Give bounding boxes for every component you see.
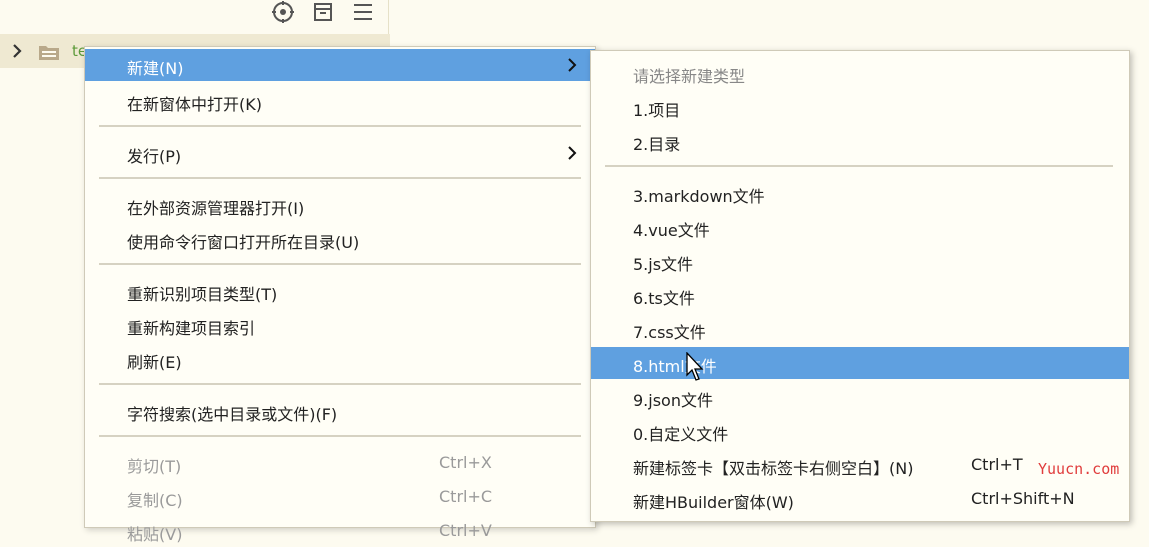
menu-item-label: 新建(N) bbox=[127, 59, 184, 78]
submenu-item-vue[interactable]: 4.vue文件 bbox=[591, 211, 1129, 243]
menu-item-open-explorer[interactable]: 在外部资源管理器打开(I) bbox=[85, 189, 595, 221]
menu-item-shortcut: Ctrl+Shift+N bbox=[971, 489, 1075, 508]
menu-item-label: 7.css文件 bbox=[633, 323, 706, 342]
submenu-item-project[interactable]: 1.项目 bbox=[591, 91, 1129, 123]
menu-item-open-new-window[interactable]: 在新窗体中打开(K) bbox=[85, 85, 595, 117]
new-submenu: 请选择新建类型 1.项目 2.目录 3.markdown文件 4.vue文件 5… bbox=[590, 50, 1130, 522]
submenu-header: 请选择新建类型 bbox=[591, 57, 1129, 89]
menu-separator bbox=[605, 165, 1113, 167]
locate-icon[interactable] bbox=[270, 0, 296, 24]
chevron-right-icon bbox=[568, 58, 577, 72]
menu-item-label: 字符搜索(选中目录或文件)(F) bbox=[127, 405, 338, 424]
chevron-right-icon[interactable] bbox=[8, 42, 26, 60]
menu-item-new[interactable]: 新建(N) bbox=[85, 49, 595, 81]
context-menu: 新建(N) 在新窗体中打开(K) 发行(P) 在外部资源管理器打开(I) 使用命… bbox=[84, 46, 596, 544]
menu-item-label: 使用命令行窗口打开所在目录(U) bbox=[127, 233, 360, 252]
menu-item-label: 3.markdown文件 bbox=[633, 187, 765, 206]
watermark: Yuucn.com bbox=[1038, 460, 1120, 478]
folder-icon bbox=[39, 46, 59, 60]
menu-icon[interactable] bbox=[350, 0, 376, 24]
submenu-item-ts[interactable]: 6.ts文件 bbox=[591, 279, 1129, 311]
menu-item-copy[interactable]: 复制(C) Ctrl+C bbox=[85, 481, 595, 513]
menu-item-publish[interactable]: 发行(P) bbox=[85, 137, 595, 169]
submenu-item-markdown[interactable]: 3.markdown文件 bbox=[591, 177, 1129, 209]
submenu-item-css[interactable]: 7.css文件 bbox=[591, 313, 1129, 345]
menu-separator bbox=[99, 383, 581, 385]
submenu-item-html[interactable]: 8.html文件 bbox=[591, 347, 1129, 379]
menu-item-label: 2.目录 bbox=[633, 135, 681, 154]
menu-item-label: 4.vue文件 bbox=[633, 221, 710, 240]
menu-item-shortcut: Ctrl+T bbox=[971, 455, 1023, 474]
menu-item-label: 新建HBuilder窗体(W) bbox=[633, 493, 794, 512]
menu-item-label: 5.js文件 bbox=[633, 255, 694, 274]
menu-item-shortcut: Ctrl+C bbox=[439, 487, 493, 506]
mouse-cursor-icon bbox=[686, 352, 704, 381]
menu-item-label: 发行(P) bbox=[127, 147, 182, 166]
menu-separator bbox=[99, 125, 581, 127]
collapse-icon[interactable] bbox=[310, 0, 336, 24]
chevron-right-icon bbox=[568, 146, 577, 160]
menu-item-reidentify-type[interactable]: 重新识别项目类型(T) bbox=[85, 275, 595, 307]
menu-item-label: 重新识别项目类型(T) bbox=[127, 285, 278, 304]
menu-item-shortcut: Ctrl+X bbox=[439, 453, 492, 472]
submenu-item-new-window[interactable]: 新建HBuilder窗体(W) Ctrl+Shift+N bbox=[591, 483, 1129, 515]
submenu-item-json[interactable]: 9.json文件 bbox=[591, 381, 1129, 413]
submenu-item-custom[interactable]: 0.自定义文件 bbox=[591, 415, 1129, 447]
menu-item-label: 重新构建项目索引 bbox=[127, 319, 256, 338]
menu-item-label: 0.自定义文件 bbox=[633, 425, 729, 444]
menu-separator bbox=[99, 177, 581, 179]
menu-item-label: 9.json文件 bbox=[633, 391, 713, 410]
menu-item-paste[interactable]: 粘贴(V) Ctrl+V bbox=[85, 515, 595, 547]
menu-item-char-search[interactable]: 字符搜索(选中目录或文件)(F) bbox=[85, 395, 595, 427]
menu-item-rebuild-index[interactable]: 重新构建项目索引 bbox=[85, 309, 595, 341]
submenu-item-directory[interactable]: 2.目录 bbox=[591, 125, 1129, 157]
menu-item-refresh[interactable]: 刷新(E) bbox=[85, 343, 595, 375]
menu-item-label: 新建标签卡【双击标签卡右侧空白】(N) bbox=[633, 459, 914, 478]
menu-item-label: 8.html文件 bbox=[633, 357, 717, 376]
menu-separator bbox=[99, 263, 581, 265]
explorer-toolbar bbox=[268, 0, 388, 24]
menu-item-label: 在新窗体中打开(K) bbox=[127, 95, 262, 114]
submenu-item-js[interactable]: 5.js文件 bbox=[591, 245, 1129, 277]
menu-item-label: 刷新(E) bbox=[127, 353, 182, 372]
menu-item-cut[interactable]: 剪切(T) Ctrl+X bbox=[85, 447, 595, 479]
menu-item-label: 粘贴(V) bbox=[127, 525, 183, 544]
menu-item-label: 6.ts文件 bbox=[633, 289, 695, 308]
menu-item-open-terminal[interactable]: 使用命令行窗口打开所在目录(U) bbox=[85, 223, 595, 255]
menu-separator bbox=[99, 435, 581, 437]
submenu-header-label: 请选择新建类型 bbox=[633, 67, 746, 86]
menu-item-label: 剪切(T) bbox=[127, 457, 182, 476]
menu-item-label: 复制(C) bbox=[127, 491, 183, 510]
menu-item-label: 1.项目 bbox=[633, 101, 681, 120]
menu-item-label: 在外部资源管理器打开(I) bbox=[127, 199, 305, 218]
